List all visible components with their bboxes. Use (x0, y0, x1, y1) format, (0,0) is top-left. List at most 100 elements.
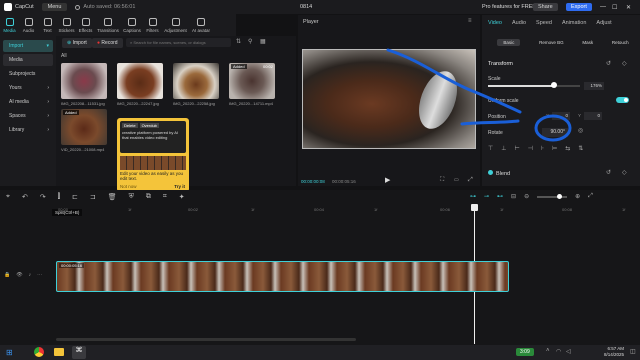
fit-icon[interactable]: ⤢ (588, 193, 593, 200)
file-explorer-icon[interactable] (54, 348, 64, 356)
subtab-remove-bg[interactable]: Remove BG (539, 40, 564, 45)
position-y-input[interactable]: 0 (584, 112, 602, 120)
media-item[interactable] (61, 63, 107, 99)
media-item[interactable]: Added 00:02 (229, 63, 275, 99)
flip-v-icon[interactable]: ⇅ (578, 145, 583, 154)
ai-icon[interactable]: ✦ (179, 193, 185, 201)
windows-start-icon[interactable]: ⊞ (6, 348, 13, 357)
tab-adjust[interactable]: Adjust (596, 20, 611, 26)
tab-audio[interactable]: Audio (19, 14, 38, 36)
fullscreen-crop-icon[interactable]: ⛶ (440, 177, 444, 184)
track-lock-icon[interactable]: 🔒 (4, 272, 10, 278)
zoom-slider[interactable] (537, 194, 568, 199)
tab-ai-avatar[interactable]: AI avatar (189, 14, 213, 36)
minimize-icon[interactable]: — (600, 4, 606, 10)
search-input[interactable]: ⌕ Search for file names, scenes, or dial… (126, 38, 231, 47)
track-visibility-icon[interactable]: 👁 (16, 272, 22, 278)
select-tool-icon[interactable]: ⌖ (6, 193, 10, 201)
video-clip[interactable]: 00:00:05:16 (56, 261, 509, 292)
maximize-icon[interactable]: ☐ (612, 4, 617, 11)
split-right-icon[interactable]: ⊐ (90, 193, 96, 201)
scale-value[interactable]: 176% (584, 82, 604, 90)
sidebar-item-spaces[interactable]: Spaces › (3, 110, 53, 122)
close-icon[interactable]: ✕ (626, 4, 631, 11)
track-audio-icon[interactable]: ♪ (29, 272, 32, 278)
tab-stickers[interactable]: Stickers (57, 14, 76, 36)
blend-keyframe-icon[interactable]: ◇ (622, 169, 627, 176)
tab-text[interactable]: Text (38, 14, 57, 36)
split-left-icon[interactable]: ⊏ (72, 193, 78, 201)
align-left-icon[interactable]: ⊤ (488, 145, 493, 154)
scale-slider-handle[interactable] (551, 82, 558, 88)
align-right-icon[interactable]: ⊢ (514, 145, 519, 154)
tab-filters[interactable]: Filters (143, 14, 162, 36)
sort-icon[interactable]: ⇅ (236, 38, 241, 45)
tab-transitions[interactable]: Transitions (95, 14, 121, 36)
undo-icon[interactable]: ↶ (22, 193, 28, 201)
align-center-h-icon[interactable]: ⊥ (501, 145, 506, 154)
crop-icon[interactable]: ⌗ (163, 193, 167, 201)
scale-slider-track[interactable] (488, 85, 580, 87)
subtab-mask[interactable]: Mask (582, 40, 593, 45)
timeline-scrollbar[interactable] (56, 338, 356, 341)
preview-axis-icon[interactable]: ⊷ (497, 193, 503, 200)
notifications-icon[interactable]: ◫ (630, 348, 636, 355)
player-menu-icon[interactable]: ≡ (468, 18, 472, 24)
tray-expand-icon[interactable]: ˄ (546, 348, 550, 354)
wifi-icon[interactable]: ◠ (556, 348, 561, 355)
sidebar-item-ai-media[interactable]: AI media › (3, 96, 53, 108)
media-item[interactable]: Added (61, 109, 107, 145)
sidebar-item-library[interactable]: Library › (3, 124, 53, 136)
track-more-icon[interactable]: ⋯ (37, 272, 42, 278)
subtab-basic[interactable]: Basic (497, 38, 521, 46)
tab-captions[interactable]: Captions (121, 14, 143, 36)
tab-adjustment[interactable]: Adjustment (162, 14, 189, 36)
split-icon[interactable]: ⫿ (58, 193, 60, 201)
filter-icon[interactable]: ⚲ (248, 38, 252, 45)
shield-icon[interactable]: ⛨ (129, 193, 134, 201)
align-bottom-icon[interactable]: ⊨ (552, 145, 557, 154)
menu-button[interactable]: Menu (41, 3, 68, 11)
volume-icon[interactable]: ◁ (566, 348, 571, 355)
delete-icon[interactable]: 🗑 (108, 193, 117, 201)
link-icon[interactable]: ⊸ (484, 193, 489, 200)
share-button[interactable]: Share (533, 3, 558, 11)
keyframe-icon[interactable]: ◇ (622, 60, 627, 67)
blend-check-icon[interactable] (488, 170, 493, 175)
rotate-dial-icon[interactable]: ◎ (578, 127, 583, 134)
ratio-icon[interactable]: ▭ (454, 177, 459, 183)
align-middle-icon[interactable]: ⊦ (541, 145, 544, 154)
blend-reset-icon[interactable]: ↺ (606, 169, 611, 176)
not-now-button[interactable]: Not now (120, 184, 137, 189)
flip-h-icon[interactable]: ⇆ (565, 145, 570, 154)
tab-video[interactable]: Video (488, 20, 502, 26)
subtab-retouch[interactable]: Retouch (612, 40, 629, 45)
tab-audio-props[interactable]: Audio (512, 20, 526, 26)
align-top-icon[interactable]: ⊣ (528, 145, 533, 154)
expand-icon[interactable]: ⤢ (468, 177, 473, 184)
capcut-taskbar-icon[interactable]: ⌘ (72, 346, 86, 359)
sidebar-item-import[interactable]: Import ▾ (3, 40, 53, 52)
clock-date[interactable]: 8/14/2025 (594, 352, 624, 357)
media-item[interactable] (117, 63, 163, 99)
reset-icon[interactable]: ↺ (606, 60, 611, 67)
tab-speed[interactable]: Speed (536, 20, 552, 26)
mirror-icon[interactable]: ⧉ (146, 193, 151, 201)
tab-effects[interactable]: Effects (76, 14, 95, 36)
export-button[interactable]: Export (566, 3, 592, 11)
video-preview[interactable] (302, 49, 476, 149)
weather-widget[interactable]: 3:09 (516, 348, 534, 356)
record-button[interactable]: ● Record (92, 38, 123, 48)
try-it-button[interactable]: Try it (174, 184, 185, 189)
filter-all-label[interactable]: All (61, 53, 67, 59)
snap-icon[interactable]: ⊟ (511, 193, 516, 200)
sidebar-item-media[interactable]: Media (3, 54, 53, 66)
pro-features-link[interactable]: Pro features for FREE (482, 4, 536, 10)
tab-media[interactable]: Media (0, 14, 19, 36)
media-item[interactable] (173, 63, 219, 99)
grid-view-icon[interactable]: ▦ (260, 38, 266, 45)
sidebar-item-yours[interactable]: Yours › (3, 82, 53, 94)
position-x-input[interactable]: 0 (552, 112, 570, 120)
redo-icon[interactable]: ↷ (40, 193, 46, 201)
magnet-icon[interactable]: ⊶ (470, 193, 476, 200)
